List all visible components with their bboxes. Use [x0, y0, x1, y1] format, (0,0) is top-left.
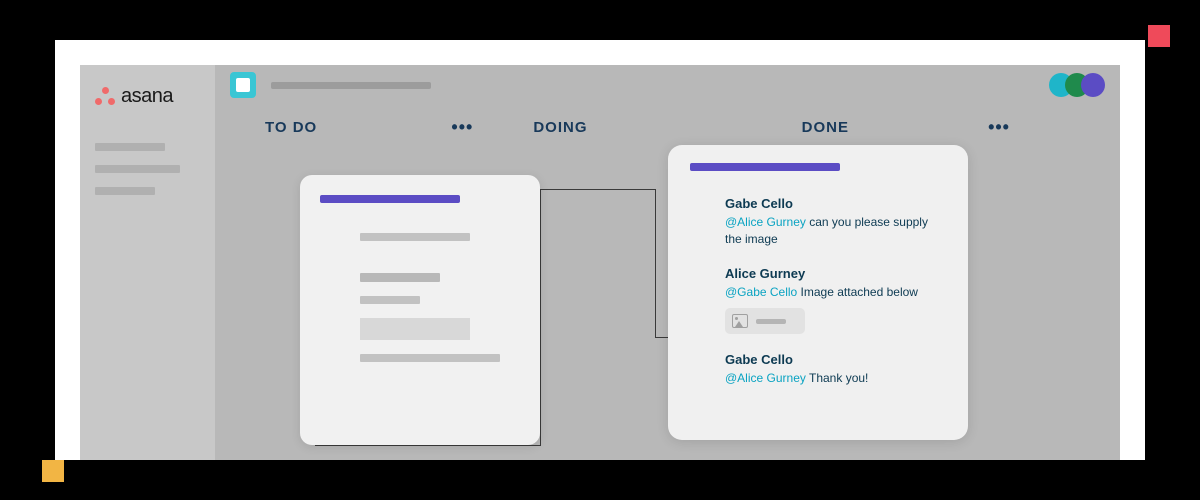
placeholder-block — [360, 318, 470, 340]
comment-author: Alice Gurney — [725, 266, 946, 281]
app-frame: asana TO DO ••• — [55, 40, 1145, 460]
mention[interactable]: @Alice Gurney — [725, 371, 806, 385]
column-done: DONE ••• — [802, 117, 1070, 138]
connector-line — [655, 189, 656, 337]
column-title: DOING — [533, 119, 587, 136]
connector-line — [540, 189, 541, 445]
comment-author: Gabe Cello — [725, 352, 946, 367]
avatar[interactable] — [1081, 73, 1105, 97]
connector-line — [315, 445, 541, 446]
column-menu-icon[interactable]: ••• — [451, 117, 473, 138]
comment: Alice Gurney @Gabe Cello Image attached … — [725, 266, 946, 335]
decorative-square-red — [1148, 25, 1170, 47]
sidebar-item[interactable] — [95, 165, 180, 173]
project-title-placeholder — [271, 82, 431, 89]
logo[interactable]: asana — [95, 85, 200, 108]
column-doing: DOING — [533, 119, 801, 136]
topbar — [215, 65, 1120, 105]
comment-text: Thank you! — [806, 371, 868, 385]
task-title-placeholder — [690, 163, 840, 171]
attachment-chip[interactable] — [725, 308, 805, 334]
sidebar: asana — [80, 65, 215, 460]
member-avatars[interactable] — [1057, 73, 1105, 97]
column-title: DONE — [802, 119, 849, 136]
column-menu-icon[interactable]: ••• — [988, 117, 1010, 138]
connector-line — [540, 189, 655, 190]
column-todo: TO DO ••• — [265, 117, 533, 138]
comment-body: @Gabe Cello Image attached below — [725, 284, 946, 301]
comment: Gabe Cello @Alice Gurney Thank you! — [725, 352, 946, 387]
mention[interactable]: @Gabe Cello — [725, 285, 797, 299]
comment-text: Image attached below — [797, 285, 918, 299]
sidebar-item[interactable] — [95, 187, 155, 195]
brand-name: asana — [121, 85, 173, 108]
column-title: TO DO — [265, 119, 317, 136]
placeholder-line — [360, 273, 440, 282]
connector-line — [655, 337, 668, 338]
attachment-name-placeholder — [756, 319, 786, 324]
image-icon — [732, 314, 748, 328]
comment-body: @Alice Gurney Thank you! — [725, 370, 946, 387]
task-detail-card: Gabe Cello @Alice Gurney can you please … — [668, 145, 968, 440]
asana-logo-icon — [95, 87, 115, 107]
task-title-placeholder — [320, 195, 460, 203]
sidebar-item[interactable] — [95, 143, 165, 151]
mention[interactable]: @Alice Gurney — [725, 215, 806, 229]
decorative-square-yellow — [42, 460, 64, 482]
placeholder-line — [360, 296, 420, 304]
placeholder-line — [360, 354, 500, 362]
comment-author: Gabe Cello — [725, 196, 946, 211]
project-icon[interactable] — [230, 72, 256, 98]
placeholder-line — [360, 233, 470, 241]
comment: Gabe Cello @Alice Gurney can you please … — [725, 196, 946, 248]
board-columns: TO DO ••• DOING DONE ••• — [215, 105, 1120, 150]
asana-app: asana TO DO ••• — [80, 65, 1120, 460]
comment-body: @Alice Gurney can you please supply the … — [725, 214, 946, 248]
main-area: TO DO ••• DOING DONE ••• — [215, 65, 1120, 460]
task-card[interactable] — [300, 175, 540, 445]
